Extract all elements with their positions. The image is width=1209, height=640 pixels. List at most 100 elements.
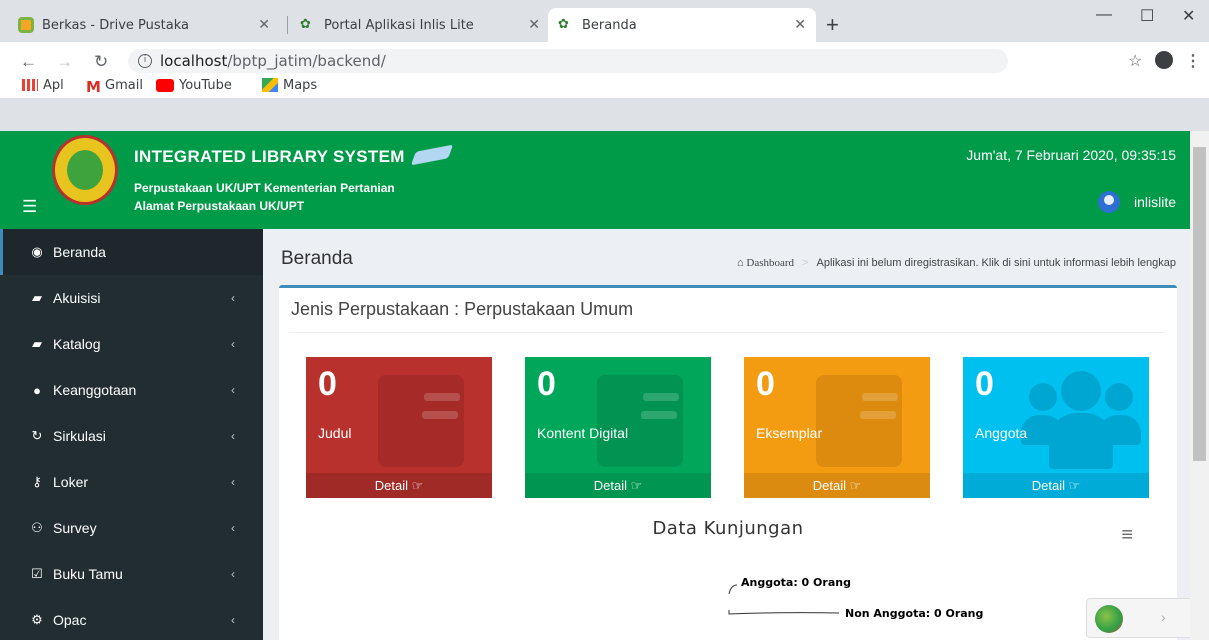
brand-title[interactable]: INTEGRATED LIBRARY SYSTEM bbox=[134, 144, 453, 167]
menu-icon[interactable]: ⋮ bbox=[1185, 51, 1201, 71]
sidebar-item-loker[interactable]: ⚷ Loker ‹ bbox=[0, 459, 263, 505]
tab-drive-pustaka[interactable]: Berkas - Drive Pustaka ✕ bbox=[8, 8, 280, 42]
new-tab-button[interactable]: + bbox=[826, 14, 839, 36]
user-icon: ● bbox=[33, 382, 41, 398]
chevron-left-icon: ‹ bbox=[231, 383, 235, 397]
leaf-icon: ✿ bbox=[558, 17, 569, 32]
book-icon bbox=[410, 144, 453, 166]
browser-tab-bar: Berkas - Drive Pustaka ✕ ✿ Portal Aplika… bbox=[0, 0, 1209, 42]
url-host: localhost bbox=[160, 52, 228, 70]
box-title: Jenis Perpustakaan : Perpustakaan Umum bbox=[291, 299, 634, 319]
ministry-logo bbox=[52, 135, 118, 205]
bookmark-label: YouTube bbox=[179, 77, 232, 93]
tab-title: Berkas - Drive Pustaka bbox=[42, 17, 189, 33]
registration-notice-link[interactable]: Aplikasi ini belum diregistrasikan. Klik… bbox=[816, 257, 1176, 269]
forward-icon[interactable]: → bbox=[56, 52, 73, 72]
close-window-button[interactable]: ✕ bbox=[1182, 6, 1195, 26]
detail-label: Detail bbox=[374, 478, 408, 493]
hand-pointer-icon: ☞ bbox=[1068, 478, 1081, 493]
close-icon[interactable]: ✕ bbox=[258, 17, 270, 33]
sidebar-item-label: Sirkulasi bbox=[53, 428, 106, 444]
bookmark-label: Gmail bbox=[105, 77, 143, 93]
detail-link[interactable]: Detail ☞ bbox=[306, 473, 492, 498]
header-datetime: Jum'at, 7 Februari 2020, 09:35:15 bbox=[966, 147, 1176, 163]
avatar bbox=[1097, 191, 1120, 213]
hand-pointer-icon: ☞ bbox=[630, 478, 643, 493]
close-icon[interactable]: ✕ bbox=[528, 17, 540, 33]
web-page: INTEGRATED LIBRARY SYSTEM Perpustakaan U… bbox=[0, 131, 1209, 640]
back-icon[interactable]: ← bbox=[20, 52, 37, 72]
stat-value: 0 bbox=[975, 365, 994, 403]
detail-link[interactable]: Detail ☞ bbox=[525, 473, 711, 498]
bookmark-gmail[interactable]: M Gmail bbox=[86, 75, 143, 97]
close-icon[interactable]: ✕ bbox=[794, 17, 806, 33]
stat-card-kontent-digital: 0 Kontent Digital Detail ☞ bbox=[525, 357, 711, 498]
scrollbar-thumb[interactable] bbox=[1193, 147, 1206, 461]
chevron-right-icon[interactable]: › bbox=[1161, 609, 1166, 625]
chevron-left-icon: ‹ bbox=[231, 429, 235, 443]
user-menu[interactable]: inlislite bbox=[1097, 191, 1176, 213]
sidebar-item-opac[interactable]: ⚙ Opac ‹ bbox=[0, 597, 263, 640]
stat-label: Kontent Digital bbox=[537, 425, 629, 441]
chart-title: Data Kunjungan bbox=[652, 518, 804, 539]
debug-toolbar-widget[interactable]: › bbox=[1086, 598, 1196, 638]
address-bar[interactable]: i localhost/bptp_jatim/backend/ bbox=[128, 49, 1008, 73]
browser-toolbar: ← → ↻ i localhost/bptp_jatim/backend/ ☆ … bbox=[0, 42, 1209, 98]
yii-logo-icon bbox=[1095, 605, 1123, 633]
stat-card-judul: 0 Judul Detail ☞ bbox=[306, 357, 492, 498]
detail-link[interactable]: Detail ☞ bbox=[963, 473, 1149, 498]
home-icon: ⌂ bbox=[737, 257, 744, 269]
bookmark-maps[interactable]: Maps bbox=[262, 75, 317, 95]
bookmark-star-icon[interactable]: ☆ bbox=[1128, 51, 1142, 71]
stat-card-eksemplar: 0 Eksemplar Detail ☞ bbox=[744, 357, 930, 498]
sidebar-item-sirkulasi[interactable]: ↻ Sirkulasi ‹ bbox=[0, 413, 263, 459]
book-icon bbox=[816, 375, 902, 467]
book-icon bbox=[597, 375, 683, 467]
breadcrumb-separator: > bbox=[802, 257, 809, 269]
bookmark-label: Apl bbox=[43, 77, 64, 93]
dashboard-icon: ◉ bbox=[31, 244, 43, 259]
maps-icon bbox=[262, 78, 278, 92]
sidebar-toggle-icon[interactable]: ☰ bbox=[22, 197, 37, 217]
sidebar-item-katalog[interactable]: ▰ Katalog ‹ bbox=[0, 321, 263, 367]
stat-label: Judul bbox=[318, 425, 352, 441]
tab-title: Beranda bbox=[582, 17, 637, 33]
url-path: /bptp_jatim/backend/ bbox=[227, 52, 386, 70]
detail-link[interactable]: Detail ☞ bbox=[744, 473, 930, 498]
users-icon bbox=[1021, 369, 1141, 469]
breadcrumb: ⌂ Dashboard > Aplikasi ini belum diregistr… bbox=[737, 257, 1176, 269]
pie-data-label: Non Anggota: 0 Orang bbox=[845, 607, 983, 620]
pie-leader-line bbox=[728, 584, 738, 595]
sidebar-item-buku-tamu[interactable]: ☑ Buku Tamu ‹ bbox=[0, 551, 263, 597]
sidebar-item-label: Opac bbox=[53, 612, 87, 628]
bookmark-youtube[interactable]: YouTube bbox=[156, 75, 232, 95]
book-icon: ▰ bbox=[32, 290, 42, 305]
profile-icon[interactable] bbox=[1155, 51, 1173, 69]
check-square-icon: ☑ bbox=[31, 566, 43, 581]
tab-title: Portal Aplikasi Inlis Lite bbox=[324, 17, 474, 33]
leaf-icon: ✿ bbox=[300, 17, 311, 32]
sidebar-item-beranda[interactable]: ◉ Beranda bbox=[0, 229, 263, 275]
stat-label: Anggota bbox=[975, 425, 1028, 441]
pie-leader-line bbox=[728, 610, 840, 615]
info-icon[interactable]: i bbox=[138, 54, 152, 68]
sidebar-item-survey[interactable]: ⚇ Survey ‹ bbox=[0, 505, 263, 551]
sidebar-item-label: Beranda bbox=[53, 244, 106, 260]
tab-separator bbox=[287, 16, 288, 34]
hand-pointer-icon: ☞ bbox=[411, 478, 424, 493]
minimize-button[interactable]: — bbox=[1096, 6, 1112, 24]
breadcrumb-home[interactable]: ⌂ Dashboard bbox=[737, 257, 794, 269]
sidebar-item-akuisisi[interactable]: ▰ Akuisisi ‹ bbox=[0, 275, 263, 321]
detail-label: Detail bbox=[1031, 478, 1065, 493]
chevron-left-icon: ‹ bbox=[231, 567, 235, 581]
stat-value: 0 bbox=[537, 365, 556, 403]
stat-value: 0 bbox=[318, 365, 337, 403]
maximize-button[interactable]: ☐ bbox=[1140, 6, 1154, 26]
drive-icon bbox=[18, 17, 34, 33]
reload-icon[interactable]: ↻ bbox=[94, 52, 108, 72]
tab-portal-inlis[interactable]: ✿ Portal Aplikasi Inlis Lite ✕ bbox=[290, 8, 550, 42]
bookmark-apl[interactable]: Apl bbox=[22, 75, 64, 95]
scrollbar[interactable] bbox=[1190, 131, 1209, 640]
sidebar-item-keanggotaan[interactable]: ● Keanggotaan ‹ bbox=[0, 367, 263, 413]
tab-beranda[interactable]: ✿ Beranda ✕ bbox=[548, 8, 816, 42]
